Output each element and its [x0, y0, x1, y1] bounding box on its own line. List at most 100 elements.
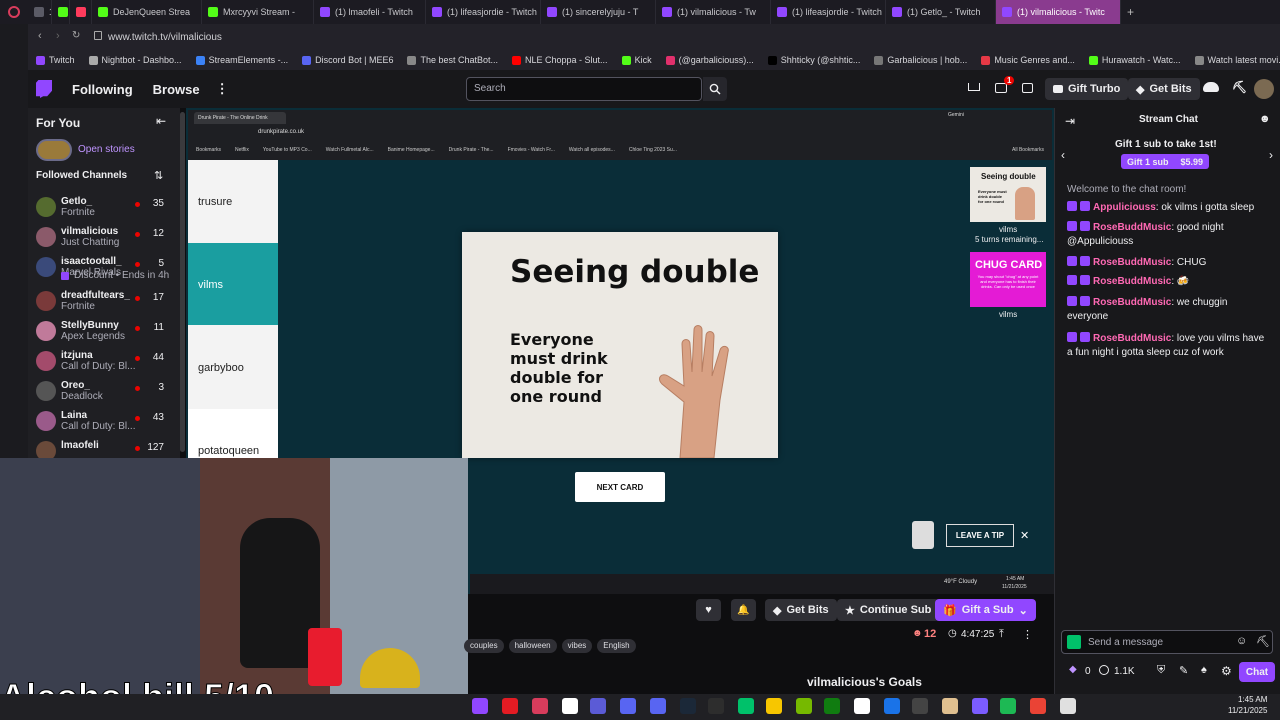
more-icon[interactable]: ⋮	[216, 81, 229, 97]
chat-username[interactable]: RoseBuddMusic	[1093, 222, 1171, 233]
app-icon[interactable]	[620, 698, 636, 714]
app-icon[interactable]	[1060, 698, 1076, 714]
followed-channel[interactable]: Laina Call of Duty: Bl... 43	[28, 408, 180, 438]
browser-tab[interactable]: Mxrcyyvi Stream -	[202, 0, 314, 24]
bookmark-item[interactable]: Nightbot - Dashbo...	[88, 55, 182, 65]
browser-tab[interactable]	[70, 0, 92, 24]
sort-icon[interactable]: ⇅	[154, 169, 163, 182]
obs-icon[interactable]	[562, 698, 578, 714]
app-icon[interactable]	[942, 698, 958, 714]
bookmark-item[interactable]: (@garbaliciouss)...	[665, 55, 754, 65]
steam-icon[interactable]	[680, 698, 696, 714]
mod-icon[interactable]: ♠	[1201, 664, 1207, 676]
url-text[interactable]: www.twitch.tv/vilmalicious	[108, 32, 222, 43]
followed-channel[interactable]: Getlo_ Fortnite 35	[28, 194, 180, 224]
bookmark-item[interactable]: The best ChatBot...	[407, 55, 498, 65]
app-icon[interactable]	[590, 698, 606, 714]
heart-follow-button[interactable]: ♥	[696, 599, 721, 621]
browser-tab[interactable]: (1) Getlo_ - Twitch	[886, 0, 996, 24]
stream-tag[interactable]: English	[597, 639, 636, 653]
bookmark-item[interactable]: Twitch	[36, 55, 75, 65]
twitch-logo-icon[interactable]	[36, 80, 52, 98]
chat-username[interactable]: RoseBuddMusic	[1093, 333, 1171, 344]
notification-bell-button[interactable]: 🔔	[731, 599, 756, 621]
pen-icon[interactable]: ✎	[1179, 664, 1188, 677]
xbox-icon[interactable]	[824, 698, 840, 714]
browser-tab[interactable]: (1) vilmalicious - Twitc	[996, 0, 1121, 24]
followed-channel[interactable]: itzjuna Call of Duty: Bl... 44	[28, 348, 180, 378]
spotify-icon[interactable]	[1000, 698, 1016, 714]
stories-avatar[interactable]	[36, 139, 72, 161]
epic-games-icon[interactable]	[708, 698, 724, 714]
app-icon[interactable]	[912, 698, 928, 714]
app-icon[interactable]	[854, 698, 870, 714]
nvidia-icon[interactable]	[796, 698, 812, 714]
browser-tab[interactable]: (1) lifeasjordie - Twitch	[771, 0, 886, 24]
followed-channel[interactable]: vilmalicious Just Chatting 12	[28, 224, 180, 254]
gift-next-icon[interactable]: ›	[1269, 148, 1273, 162]
chat-input[interactable]: Send a message ☺ ⛏	[1061, 630, 1273, 654]
stream-get-bits-button[interactable]: ◆ Get Bits	[765, 599, 837, 621]
new-tab-icon[interactable]: +	[1127, 5, 1134, 19]
browser-tab[interactable]: (1) lmaofeli - Twitch	[314, 0, 426, 24]
stream-tag[interactable]: couples	[464, 639, 504, 653]
opera-logo-icon[interactable]	[8, 6, 20, 18]
search-button[interactable]	[703, 77, 727, 101]
prime-icon[interactable]: ⛏	[1232, 80, 1247, 94]
file-explorer-icon[interactable]	[766, 698, 782, 714]
forward-icon[interactable]: ›	[56, 30, 60, 42]
crown-icon[interactable]	[968, 83, 980, 91]
opera-icon[interactable]	[532, 698, 548, 714]
twitch-app-icon[interactable]	[472, 698, 488, 714]
prime-emote-icon[interactable]: ⛏	[1256, 635, 1270, 648]
reload-icon[interactable]: ↻	[72, 30, 80, 41]
stream-tag[interactable]: halloween	[508, 639, 557, 653]
whispers-icon[interactable]	[1022, 83, 1033, 93]
browser-tab[interactable]: DeJenQueen Strea	[92, 0, 202, 24]
bookmark-item[interactable]: Discord Bot | MEE6	[302, 55, 393, 65]
gift-sub-button[interactable]: 🎁 Gift a Sub ⌄	[935, 599, 1036, 621]
bookmark-item[interactable]: Garbalicious | hob...	[874, 55, 967, 65]
inbox-icon[interactable]	[995, 83, 1007, 93]
close-tip-icon[interactable]: ✕	[1020, 529, 1029, 542]
chat-users-icon[interactable]: ☻	[1259, 113, 1271, 125]
chat-username[interactable]: Appuliciouss	[1093, 202, 1156, 213]
bookmark-item[interactable]: Kick	[621, 55, 652, 65]
next-card-button[interactable]: NEXT CARD	[575, 472, 665, 502]
stream-tag[interactable]: vibes	[561, 639, 593, 653]
more-options-icon[interactable]: ⋮	[1022, 628, 1033, 641]
bookmark-item[interactable]: NLE Choppa - Slut...	[512, 55, 608, 65]
bookmark-item[interactable]: Watch latest movi...	[1194, 55, 1280, 65]
cowboy-hat-icon[interactable]	[1203, 82, 1219, 92]
chat-username[interactable]: RoseBuddMusic	[1093, 276, 1171, 287]
channel-points-icon[interactable]	[1099, 665, 1109, 675]
app-icon[interactable]	[972, 698, 988, 714]
browser-tab[interactable]: 12	[28, 0, 52, 24]
emote-icon[interactable]: ☺	[1236, 635, 1247, 647]
streamlabs-icon[interactable]	[502, 698, 518, 714]
gift-one-sub-button[interactable]: Gift 1 sub $5.99	[1121, 154, 1210, 169]
get-bits-button[interactable]: ◆ Get Bits	[1128, 78, 1200, 100]
gift-prev-icon[interactable]: ‹	[1061, 148, 1065, 162]
bookmark-item[interactable]: StreamElements -...	[195, 55, 288, 65]
continue-sub-button[interactable]: ★ Continue Sub	[837, 599, 940, 621]
shield-icon[interactable]: ⛨	[1157, 664, 1165, 677]
leave-tip-button[interactable]: LEAVE A TIP	[946, 524, 1014, 547]
browser-tab[interactable]: (1) sincerelyjuju - T	[541, 0, 656, 24]
browser-tab[interactable]: (1) vilmalicious - Tw	[656, 0, 771, 24]
bookmark-item[interactable]: Hurawatch - Watc...	[1088, 55, 1181, 65]
app-icon[interactable]	[884, 698, 900, 714]
followed-channel[interactable]: dreadfultears_ Fortnite 17	[28, 288, 180, 318]
back-icon[interactable]: ‹	[38, 30, 42, 42]
followed-channel[interactable]: Oreo_ Deadlock 3	[28, 378, 180, 408]
collapse-chat-icon[interactable]: ⇥	[1065, 114, 1075, 128]
nav-browse[interactable]: Browse	[153, 82, 200, 97]
browser-tab[interactable]	[52, 0, 70, 24]
chat-username[interactable]: RoseBuddMusic	[1093, 297, 1171, 308]
app-icon[interactable]	[738, 698, 754, 714]
chat-settings-gear-icon[interactable]: ⚙	[1221, 664, 1232, 678]
bookmark-item[interactable]: Shhticky (@shhtic...	[767, 55, 860, 65]
chat-username[interactable]: RoseBuddMusic	[1093, 257, 1171, 268]
chat-send-button[interactable]: Chat	[1239, 662, 1275, 682]
collapse-sidebar-icon[interactable]: ⇤	[156, 114, 166, 128]
